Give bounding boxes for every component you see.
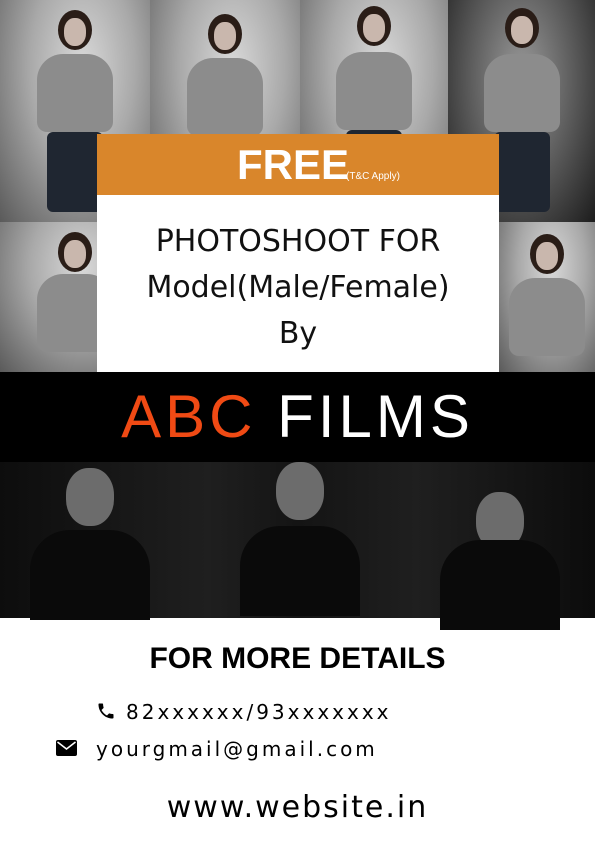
- offer-line-photoshoot: PHOTOSHOOT FOR: [155, 224, 441, 259]
- poster: FREE (T&C Apply) PHOTOSHOOT FOR Model(Ma…: [0, 0, 595, 842]
- email-address: yourgmail@gmail.com: [96, 737, 378, 761]
- phone-number: 82xxxxxx/93xxxxxxx: [126, 700, 392, 724]
- model-photo: [230, 462, 370, 618]
- website-url: www.website.in: [166, 790, 429, 825]
- brand-name-rest: FILMS: [277, 383, 474, 450]
- model-photo: [430, 462, 570, 630]
- model-photo: [20, 462, 160, 620]
- envelope-icon: [56, 740, 77, 756]
- terms-note: (T&C Apply): [346, 171, 400, 182]
- offer-line-model: Model(Male/Female): [146, 270, 450, 305]
- male-model-photo-band: [0, 462, 595, 630]
- brand-name-accent: ABC: [121, 383, 257, 450]
- free-headline: FREE: [237, 141, 350, 188]
- brand-name: ABC FILMS: [0, 384, 595, 450]
- phone-icon: [98, 703, 114, 719]
- details-heading: FOR MORE DETAILS: [149, 642, 446, 675]
- model-photo: [499, 222, 595, 372]
- offer-line-by: By: [278, 316, 318, 351]
